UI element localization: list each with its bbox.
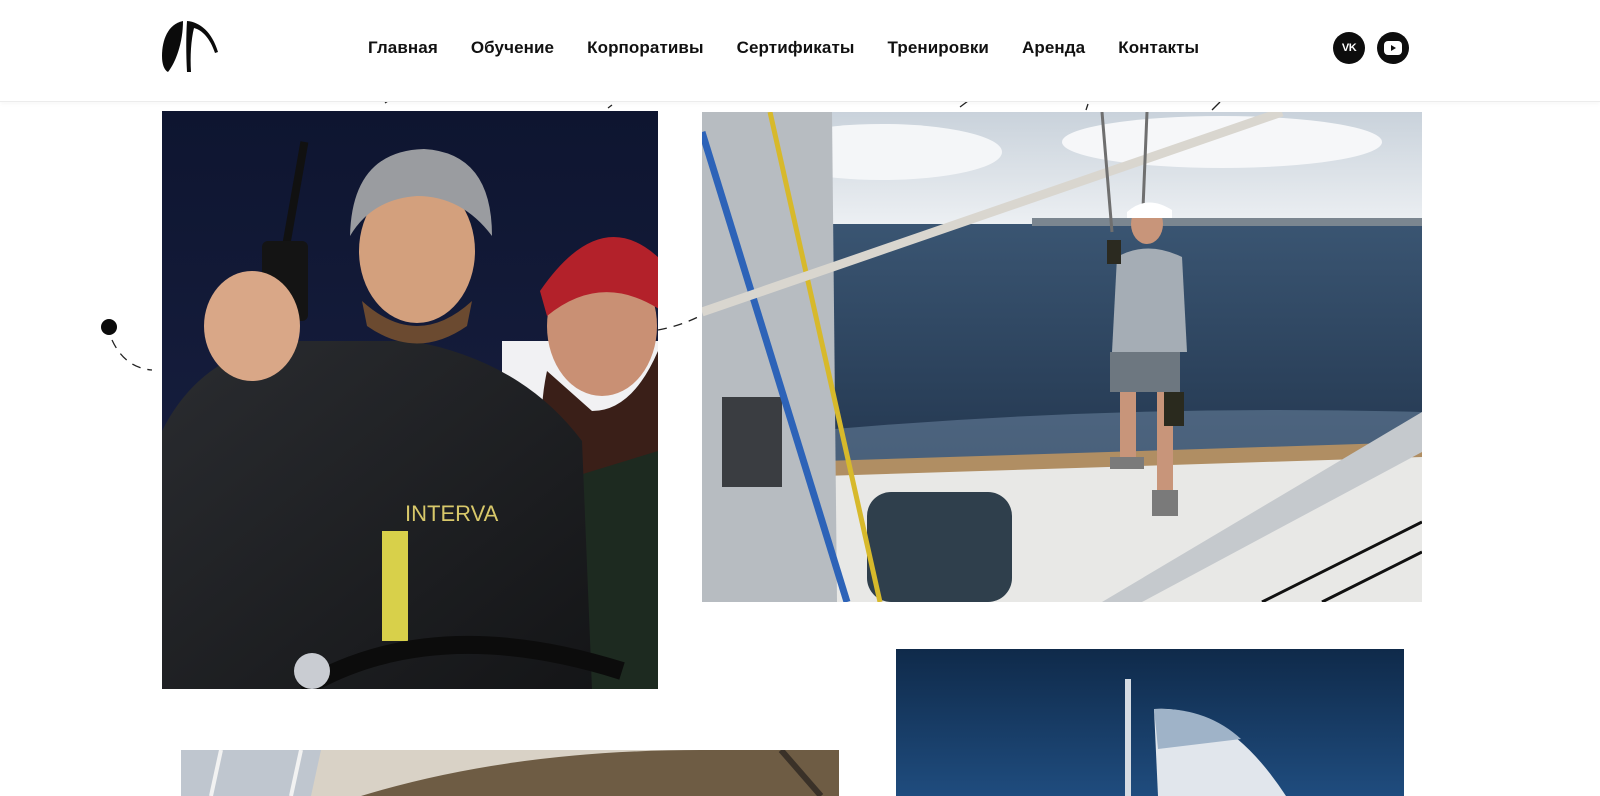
nav-item-training[interactable]: Обучение <box>471 36 554 60</box>
canopy-photo <box>181 750 839 796</box>
nav-item-contacts[interactable]: Контакты <box>1118 36 1199 60</box>
sailor-on-deck-photo <box>702 112 1422 602</box>
social-links: VK <box>1333 32 1409 64</box>
main-nav: Главная Обучение Корпоративы Сертификаты… <box>368 36 1199 60</box>
youtube-icon[interactable] <box>1377 32 1409 64</box>
site-header: Главная Обучение Корпоративы Сертификаты… <box>0 0 1600 102</box>
route-dot <box>101 319 117 335</box>
vk-icon[interactable]: VK <box>1333 32 1365 64</box>
sail-logo-icon[interactable] <box>160 18 222 74</box>
nav-item-rent[interactable]: Аренда <box>1022 36 1085 60</box>
crew-at-helm-photo: INTERVA <box>162 111 658 689</box>
sail-photo <box>896 649 1404 796</box>
nav-item-certificates[interactable]: Сертификаты <box>737 36 855 60</box>
svg-text:INTERVA: INTERVA <box>405 501 499 526</box>
nav-item-home[interactable]: Главная <box>368 36 438 60</box>
nav-item-workouts[interactable]: Тренировки <box>888 36 989 60</box>
nav-item-corporate[interactable]: Корпоративы <box>587 36 703 60</box>
